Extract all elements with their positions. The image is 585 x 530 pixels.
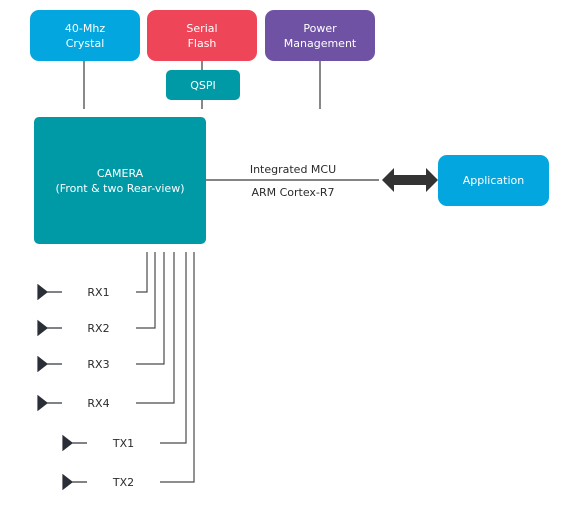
rx2-block: RX2 [62,313,135,343]
rx3-connector [136,252,165,365]
camera-block: CAMERA (Front & two Rear-view) [34,117,206,244]
tx1-block: TX1 [87,428,160,458]
mcu-core: ARM Cortex-R7 [251,186,335,199]
tx1-antenna-icon [62,434,73,452]
tx2-block: TX2 [87,467,160,497]
tx2-antenna-icon [62,473,73,491]
rx2-connector [136,252,156,329]
crystal-block: 40-Mhz Crystal [30,10,140,61]
rx1-antenna-icon [37,283,48,301]
serial-flash-block: Serial Flash [147,10,257,61]
bidirectional-arrow-icon [382,168,438,192]
power-management-block: Power Management [265,10,375,61]
rx3-antenna-icon [37,355,48,373]
rx4-block: RX4 [62,388,135,418]
rx4-antenna-icon [37,394,48,412]
mcu-title: Integrated MCU [249,163,337,176]
application-block: Application [438,155,549,206]
qspi-interface-block: QSPI [166,70,240,100]
rx3-block: RX3 [62,349,135,379]
rx1-connector [136,252,148,293]
rx2-antenna-icon [37,319,48,337]
tx2-connector [160,252,195,483]
rx1-block: RX1 [62,277,135,307]
